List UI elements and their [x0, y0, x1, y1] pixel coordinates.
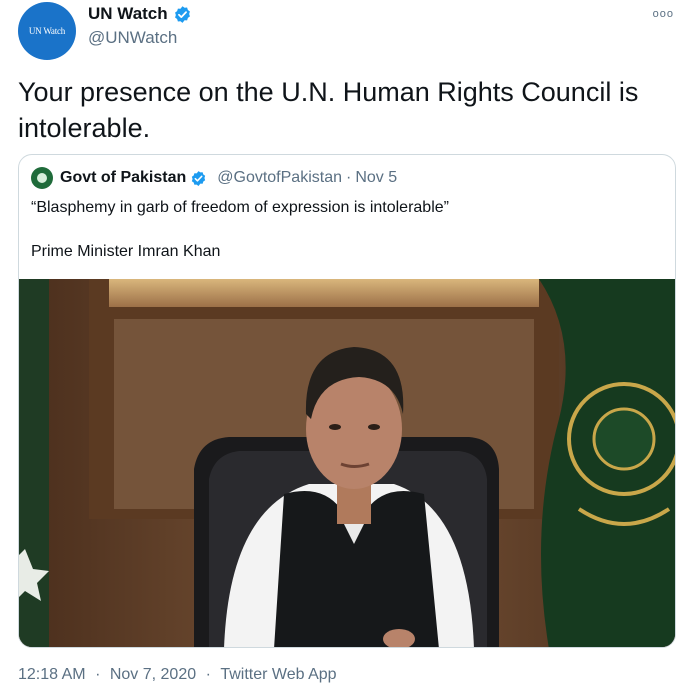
quoted-tweet[interactable]: Govt of Pakistan @GovtofPakistan · Nov 5…	[18, 154, 676, 648]
quoted-tweet-header: Govt of Pakistan @GovtofPakistan · Nov 5	[31, 167, 397, 189]
verified-badge-icon	[174, 5, 190, 23]
separator-dot: ·	[346, 169, 352, 186]
quoted-tweet-attribution: Prime Minister Imran Khan	[31, 243, 221, 260]
quoted-author-avatar[interactable]	[31, 167, 53, 189]
tweet-source[interactable]: Twitter Web App	[220, 666, 336, 684]
tweet-date[interactable]: Nov 7, 2020	[110, 666, 196, 684]
more-options-icon[interactable]: ooo	[653, 8, 674, 20]
quoted-author-name[interactable]: Govt of Pakistan	[60, 169, 186, 187]
quoted-author-handle[interactable]: @GovtofPakistan	[217, 169, 342, 187]
author-name-row[interactable]: UN Watch	[88, 4, 192, 24]
verified-badge-icon	[192, 170, 206, 186]
photo-illustration	[19, 279, 675, 647]
quoted-tweet-text: “Blasphemy in garb of freedom of express…	[31, 199, 449, 216]
author-display-name[interactable]: UN Watch	[88, 4, 168, 24]
quoted-tweet-date[interactable]: Nov 5	[355, 169, 397, 187]
tweet-footer: 12:18 AM · Nov 7, 2020 · Twitter Web App	[18, 666, 337, 684]
separator-dot: ·	[205, 666, 211, 683]
tweet: UN Watch UN Watch @UNWatch ooo Your pres…	[0, 0, 696, 694]
author-handle[interactable]: @UNWatch	[88, 28, 177, 48]
author-avatar[interactable]: UN Watch	[18, 2, 76, 60]
quoted-tweet-photo[interactable]	[19, 279, 675, 647]
separator-dot: ·	[95, 666, 101, 683]
avatar-logo-text: UN Watch	[28, 26, 66, 36]
tweet-time[interactable]: 12:18 AM	[18, 666, 86, 684]
tweet-text: Your presence on the U.N. Human Rights C…	[18, 77, 639, 143]
